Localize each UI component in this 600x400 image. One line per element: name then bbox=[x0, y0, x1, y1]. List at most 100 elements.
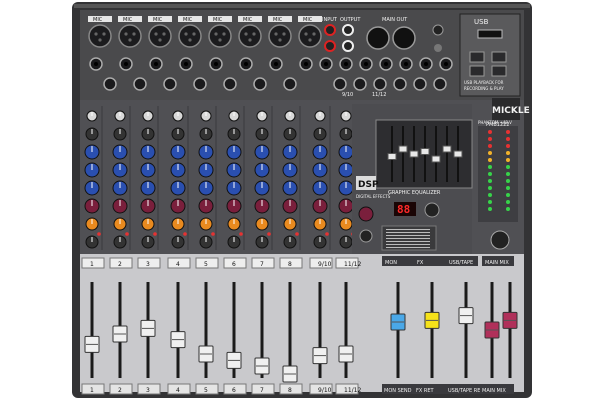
usb-caption: USB PLAYBACK FOR bbox=[464, 80, 504, 85]
meter-led bbox=[506, 172, 510, 176]
insert-jack[interactable] bbox=[193, 77, 207, 91]
jack-hole bbox=[274, 62, 278, 66]
mic-label: MIC bbox=[303, 17, 313, 23]
eq-slider-cap[interactable] bbox=[387, 153, 397, 160]
xlr-pin bbox=[312, 32, 316, 36]
eq-slider-cap[interactable] bbox=[409, 150, 419, 158]
section-bottom-label: USB/TAPE RET bbox=[448, 388, 484, 394]
meter-led bbox=[488, 151, 492, 155]
dsp-caption: DIGITAL EFFECTS bbox=[356, 194, 391, 199]
meter-led bbox=[488, 179, 492, 183]
usb-caption: RECORDING & PLAY bbox=[464, 86, 504, 91]
xlr-pin bbox=[158, 38, 162, 42]
eq-slider-cap[interactable] bbox=[453, 150, 463, 158]
line-input-jack[interactable] bbox=[413, 77, 427, 91]
jack-hole bbox=[404, 62, 408, 66]
insert-jack[interactable] bbox=[133, 77, 147, 91]
xlr-input-jack[interactable] bbox=[88, 24, 112, 48]
jack-hole bbox=[184, 62, 188, 66]
rca-jack[interactable] bbox=[342, 40, 354, 52]
meter-led bbox=[506, 193, 510, 197]
eq-slider-cap[interactable] bbox=[431, 155, 441, 163]
main-mix-knob[interactable] bbox=[490, 230, 510, 250]
mic-label: MIC bbox=[93, 17, 103, 23]
usb-control-button[interactable] bbox=[491, 65, 507, 77]
fader-track bbox=[288, 282, 292, 378]
rca-jack[interactable] bbox=[324, 24, 336, 36]
eq-slider-cap[interactable] bbox=[420, 148, 430, 155]
xlr-pin bbox=[214, 32, 218, 36]
section-header-label: FX bbox=[417, 260, 424, 266]
usb-port[interactable] bbox=[477, 29, 503, 39]
xlr-input-jack[interactable] bbox=[208, 24, 232, 48]
insert-jack[interactable] bbox=[253, 77, 267, 91]
line-input-jack[interactable] bbox=[433, 77, 447, 91]
xlr-input-jack[interactable] bbox=[238, 24, 262, 48]
fader-track bbox=[344, 282, 348, 378]
xlr-pin bbox=[98, 38, 102, 42]
main-out-xlr-jack[interactable] bbox=[366, 26, 390, 50]
meter-led bbox=[488, 130, 492, 134]
peak-led bbox=[183, 232, 187, 236]
eq-slider-cap[interactable] bbox=[398, 145, 408, 153]
section-bottom-label: MON SEND bbox=[384, 388, 412, 394]
channel-bottom-label: 2 bbox=[118, 387, 122, 394]
peak-led bbox=[325, 232, 329, 236]
main-out-xlr-jack[interactable] bbox=[392, 26, 416, 50]
fx-send-knob[interactable] bbox=[358, 206, 374, 222]
phones-jack[interactable] bbox=[432, 24, 444, 36]
eq-slider-cap[interactable] bbox=[442, 145, 452, 153]
xlr-pin bbox=[248, 38, 252, 42]
insert-jack[interactable] bbox=[163, 77, 177, 91]
rca-jack[interactable] bbox=[342, 24, 354, 36]
fx-program-knob[interactable] bbox=[424, 202, 440, 218]
meter-led bbox=[506, 151, 510, 155]
preset-line bbox=[386, 232, 430, 233]
channel-header-label: 4 bbox=[176, 261, 180, 268]
usb-control-button[interactable] bbox=[469, 51, 485, 63]
meter-led bbox=[488, 165, 492, 169]
usb-control-button[interactable] bbox=[491, 51, 507, 63]
rca-jack[interactable] bbox=[324, 40, 336, 52]
xlr-pin bbox=[124, 32, 128, 36]
preset-line bbox=[386, 247, 430, 248]
line-input-jack[interactable] bbox=[373, 77, 387, 91]
meter-led bbox=[506, 137, 510, 141]
line-input-jack[interactable] bbox=[353, 77, 367, 91]
jack-hole bbox=[344, 62, 348, 66]
xlr-input-jack[interactable] bbox=[118, 24, 142, 48]
xlr-pin bbox=[184, 32, 188, 36]
fx-return-knob[interactable] bbox=[359, 229, 373, 243]
fader-track bbox=[464, 282, 468, 378]
xlr-input-jack[interactable] bbox=[268, 24, 292, 48]
usb-control-button[interactable] bbox=[469, 65, 485, 77]
channel-bottom-label: 3 bbox=[146, 387, 150, 394]
mic-label: MIC bbox=[153, 17, 163, 23]
channel-header-label: 9/10 bbox=[318, 261, 332, 268]
jack-label: 11/12 bbox=[372, 92, 386, 98]
insert-jack[interactable] bbox=[223, 77, 237, 91]
line-input-jack[interactable] bbox=[333, 77, 347, 91]
xlr-input-jack[interactable] bbox=[298, 24, 322, 48]
jack-hole bbox=[384, 62, 388, 66]
channel-bottom-label: 6 bbox=[232, 387, 236, 394]
xlr-pin bbox=[282, 32, 286, 36]
preset-line bbox=[386, 244, 430, 245]
xlr-pin bbox=[162, 32, 166, 36]
xlr-input-jack[interactable] bbox=[178, 24, 202, 48]
phones-knob[interactable] bbox=[434, 44, 442, 52]
meter-led bbox=[506, 179, 510, 183]
mic-label: MIC bbox=[213, 17, 223, 23]
preset-line bbox=[386, 238, 430, 239]
xlr-pin bbox=[188, 38, 192, 42]
io-panel bbox=[80, 10, 524, 100]
insert-jack[interactable] bbox=[283, 77, 297, 91]
channel-header-label: 2 bbox=[118, 261, 122, 268]
xlr-pin bbox=[244, 32, 248, 36]
xlr-input-jack[interactable] bbox=[148, 24, 172, 48]
meter-led bbox=[488, 186, 492, 190]
xlr-pin bbox=[308, 38, 312, 42]
insert-jack[interactable] bbox=[103, 77, 117, 91]
fader-track bbox=[176, 282, 180, 378]
line-input-jack[interactable] bbox=[393, 77, 407, 91]
